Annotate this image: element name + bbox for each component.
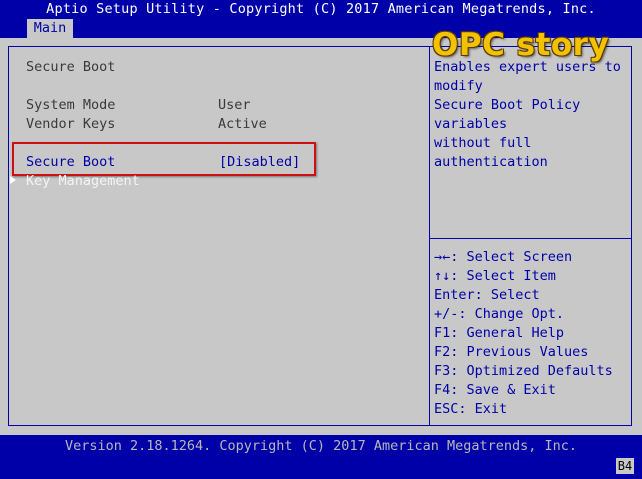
- section-title: Secure Boot: [26, 59, 116, 75]
- key-hint: +/-: Change Opt.: [434, 306, 565, 322]
- key-management-item[interactable]: Key Management: [26, 172, 140, 191]
- key-hint: →←: Select Screen: [434, 249, 573, 265]
- window-title: Aptio Setup Utility - Copyright (C) 2017…: [46, 1, 596, 17]
- key-hint: ↑↓: Select Item: [434, 268, 556, 284]
- key-hint: F3: Optimized Defaults: [434, 363, 613, 379]
- vendor-keys-label: Vendor Keys: [26, 116, 116, 132]
- vendor-keys-value: Active: [218, 116, 267, 132]
- help-line: Secure Boot Policy: [434, 97, 581, 113]
- key-hint: Enter: Select: [434, 287, 540, 303]
- help-line: variables: [434, 116, 508, 132]
- key-hint: F2: Previous Values: [434, 344, 589, 360]
- panel-divider: [429, 46, 430, 426]
- key-hint: F4: Save & Exit: [434, 382, 556, 398]
- key-hint: F1: General Help: [434, 325, 565, 341]
- watermark-logo: OPC story: [432, 27, 610, 63]
- version-text: Version 2.18.1264. Copyright (C) 2017 Am…: [64, 438, 578, 454]
- help-line: modify: [434, 78, 483, 94]
- help-line: authentication: [434, 154, 548, 170]
- key-hint: ESC: Exit: [434, 401, 508, 417]
- help-line: without full: [434, 135, 532, 151]
- system-mode-value: User: [218, 97, 251, 113]
- post-code: B4: [616, 458, 634, 474]
- highlight-box: [12, 142, 316, 176]
- help-separator: [430, 238, 632, 239]
- submenu-arrow-icon: [10, 176, 16, 184]
- system-mode-label: System Mode: [26, 97, 116, 113]
- tab-main[interactable]: Main: [27, 19, 73, 38]
